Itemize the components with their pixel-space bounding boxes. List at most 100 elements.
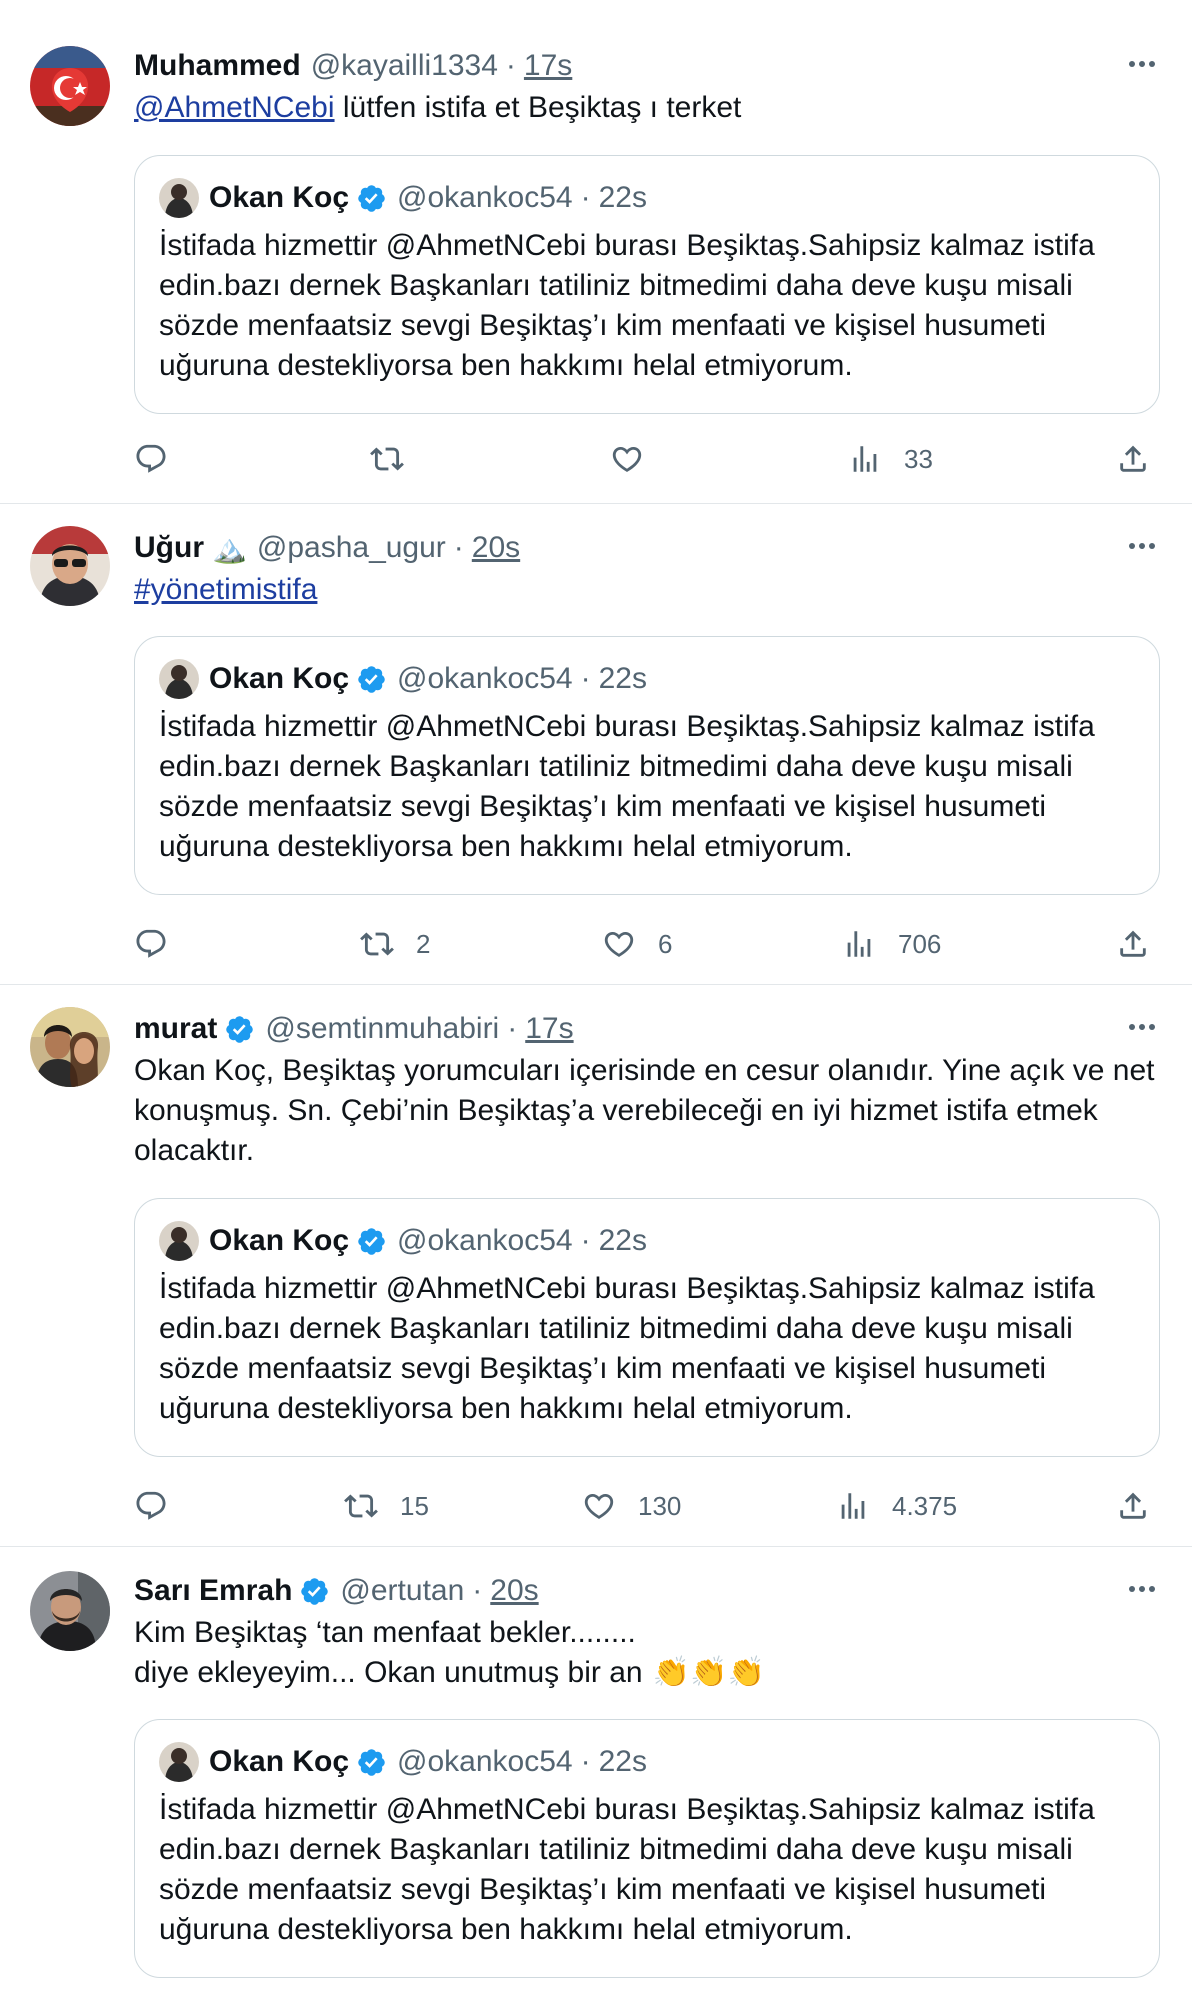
views-count: 4.375 xyxy=(892,1490,958,1521)
share-icon xyxy=(1116,1489,1150,1523)
quoted-avatar xyxy=(159,659,199,699)
author-name[interactable]: murat xyxy=(134,1012,217,1046)
quoted-timestamp: 22s xyxy=(598,1745,647,1778)
reply-button[interactable] xyxy=(134,437,168,481)
views-icon xyxy=(836,1489,870,1523)
avatar[interactable] xyxy=(30,1571,110,1651)
quoted-tweet-header: Okan Koç @okankoc54 · 22s xyxy=(159,1221,1135,1261)
tweet-text-rest: lütfen istifa et Beşiktaş ı terket xyxy=(334,91,742,124)
quoted-timestamp: 22s xyxy=(598,181,647,214)
views-button[interactable]: 706 xyxy=(842,922,941,966)
tweet-header: murat @semtinmuhabiri · 17s xyxy=(134,1007,1162,1051)
timestamp[interactable]: 17s xyxy=(524,49,572,83)
separator-dot: · xyxy=(580,181,591,214)
like-count: 6 xyxy=(658,928,673,959)
action-bar: 33 xyxy=(134,437,1160,481)
tweet-text: #yönetimistifa xyxy=(134,570,1162,610)
share-icon xyxy=(1116,442,1150,476)
avatar[interactable] xyxy=(30,526,110,606)
share-button[interactable] xyxy=(1116,922,1150,966)
quoted-author-handle: @okankoc54 xyxy=(397,662,573,695)
author-handle[interactable]: @pasha_ugur xyxy=(257,531,446,565)
quoted-timestamp: 22s xyxy=(598,1224,647,1257)
separator-dot: · xyxy=(453,531,464,564)
retweet-button[interactable]: 2 xyxy=(360,922,430,966)
author-handle[interactable]: @kayailli1334 xyxy=(311,49,498,83)
separator-dot: · xyxy=(505,49,516,82)
separator-dot: · xyxy=(472,1574,483,1607)
tweet[interactable]: murat @semtinmuhabiri · 17s Okan Koç, Be… xyxy=(0,985,1192,1547)
quoted-author-handle: @okankoc54 xyxy=(397,1745,573,1778)
separator-dot: · xyxy=(580,662,591,695)
author-handle[interactable]: @semtinmuhabiri xyxy=(265,1012,499,1046)
author-name[interactable]: Uğur xyxy=(134,531,204,565)
author-name[interactable]: Sarı Emrah xyxy=(134,1574,292,1608)
more-options-icon[interactable] xyxy=(1122,44,1162,84)
like-button[interactable]: 130 xyxy=(582,1484,681,1528)
tweet[interactable]: Uğur 🏔️ @pasha_ugur · 20s #yönetimistifa… xyxy=(0,504,1192,985)
more-options-icon[interactable] xyxy=(1122,1569,1162,1609)
heart-icon xyxy=(610,442,644,476)
separator-dot: · xyxy=(580,1224,591,1257)
quoted-avatar xyxy=(159,1221,199,1261)
retweet-icon xyxy=(360,927,394,961)
verified-badge-icon xyxy=(356,664,387,695)
separator-dot: · xyxy=(507,1012,518,1045)
like-button[interactable]: 6 xyxy=(602,922,672,966)
retweet-icon xyxy=(370,442,404,476)
mountain-emoji: 🏔️ xyxy=(212,532,247,564)
quoted-tweet-text: İstifada hizmettir @AhmetNCebi burası Be… xyxy=(159,710,1095,863)
tweet-text: @AhmetNCebi lütfen istifa et Beşiktaş ı … xyxy=(134,88,1162,128)
quoted-author-name: Okan Koç xyxy=(209,662,350,695)
tweet-header: Uğur 🏔️ @pasha_ugur · 20s xyxy=(134,526,1162,570)
quoted-tweet[interactable]: Okan Koç @okankoc54 · 22s İstifada hizme… xyxy=(134,155,1160,414)
hashtag-link[interactable]: #yönetimistifa xyxy=(134,573,317,606)
separator-dot: · xyxy=(580,1745,591,1778)
quoted-author-handle: @okankoc54 xyxy=(397,1224,573,1257)
views-icon xyxy=(842,927,876,961)
timestamp[interactable]: 20s xyxy=(472,531,520,565)
share-button[interactable] xyxy=(1116,437,1150,481)
reply-button[interactable] xyxy=(134,922,168,966)
verified-badge-icon xyxy=(299,1576,330,1607)
quoted-author-name: Okan Koç xyxy=(209,1745,350,1778)
more-options-icon[interactable] xyxy=(1122,526,1162,566)
quoted-tweet[interactable]: Okan Koç @okankoc54 · 22s İstifada hizme… xyxy=(134,1719,1160,1978)
action-bar: 2 6 706 xyxy=(134,922,1160,966)
share-icon xyxy=(1116,927,1150,961)
verified-badge-icon xyxy=(356,183,387,214)
quoted-tweet-text: İstifada hizmettir @AhmetNCebi burası Be… xyxy=(159,1272,1095,1425)
retweet-button[interactable]: 15 xyxy=(344,1484,429,1528)
quoted-tweet[interactable]: Okan Koç @okankoc54 · 22s İstifada hizme… xyxy=(134,1198,1160,1457)
reply-icon xyxy=(134,442,168,476)
timestamp[interactable]: 17s xyxy=(525,1012,573,1046)
share-button[interactable] xyxy=(1116,1484,1150,1528)
author-name[interactable]: Muhammed xyxy=(134,49,301,83)
quoted-tweet-header: Okan Koç @okankoc54 · 22s xyxy=(159,178,1135,218)
quoted-tweet-text: İstifada hizmettir @AhmetNCebi burası Be… xyxy=(159,1793,1095,1946)
more-options-icon[interactable] xyxy=(1122,1007,1162,1047)
reply-icon xyxy=(134,1489,168,1523)
views-button[interactable]: 4.375 xyxy=(836,1484,957,1528)
avatar[interactable] xyxy=(30,46,110,126)
quoted-author-name: Okan Koç xyxy=(209,181,350,214)
views-button[interactable]: 33 xyxy=(848,437,933,481)
timestamp[interactable]: 20s xyxy=(490,1574,538,1608)
like-count: 130 xyxy=(638,1490,682,1521)
author-handle[interactable]: @ertutan xyxy=(340,1574,464,1608)
heart-icon xyxy=(582,1489,616,1523)
tweet[interactable]: Sarı Emrah @ertutan · 20s Kim Beşiktaş ‘… xyxy=(0,1547,1192,1994)
action-bar: 15 130 4.375 xyxy=(134,1484,1160,1528)
timeline-feed: Muhammed @kayailli1334 · 17s @AhmetNCebi… xyxy=(0,0,1192,1994)
like-button[interactable] xyxy=(610,437,644,481)
views-count: 33 xyxy=(904,443,933,474)
reply-button[interactable] xyxy=(134,1484,168,1528)
mention-link[interactable]: @AhmetNCebi xyxy=(134,91,335,124)
quoted-tweet[interactable]: Okan Koç @okankoc54 · 22s İstifada hizme… xyxy=(134,636,1160,895)
tweet-text-line-2-text: diye ekleyeyim... Okan unutmuş bir an xyxy=(134,1656,651,1689)
tweet[interactable]: Muhammed @kayailli1334 · 17s @AhmetNCebi… xyxy=(0,0,1192,504)
avatar[interactable] xyxy=(30,1007,110,1087)
retweet-button[interactable] xyxy=(370,437,404,481)
views-icon xyxy=(848,442,882,476)
reply-icon xyxy=(134,927,168,961)
